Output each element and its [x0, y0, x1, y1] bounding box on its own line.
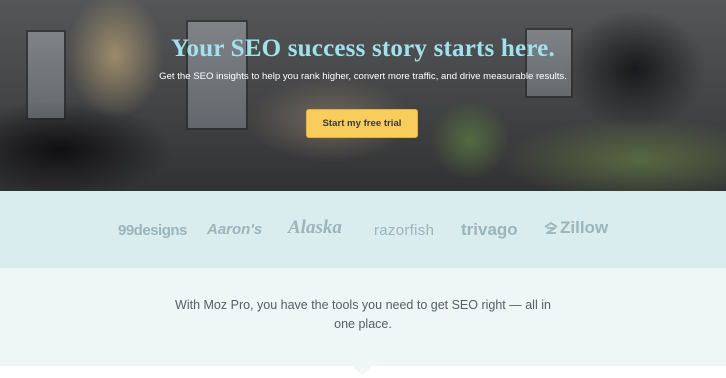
- hero-banner: Your SEO success story starts here. Get …: [0, 0, 726, 191]
- hero-subtitle: Get the SEO insights to help you rank hi…: [159, 71, 567, 82]
- section-pointer: [352, 366, 372, 375]
- logo-alaska: Alaska: [288, 217, 342, 238]
- hero-title: Your SEO success story starts here.: [171, 35, 555, 62]
- logo-zillow: Zillow: [544, 218, 608, 238]
- logo-razorfish: razorfish: [374, 222, 435, 239]
- start-free-trial-button[interactable]: Start my free trial: [306, 109, 418, 138]
- logo-aarons: Aaron's: [207, 221, 263, 238]
- logo-trivago: trivago: [461, 220, 518, 239]
- value-proposition-text: With Moz Pro, you have the tools you nee…: [175, 298, 551, 331]
- customer-logo-strip: 99designs Aaron's Alaska razorfish triva…: [0, 191, 726, 268]
- value-proposition: With Moz Pro, you have the tools you nee…: [0, 268, 726, 366]
- hero-overlay: [0, 0, 726, 191]
- zillow-mark-icon: [544, 222, 558, 234]
- logo-zillow-text: Zillow: [560, 218, 609, 237]
- logo-99designs: 99designs: [118, 222, 187, 239]
